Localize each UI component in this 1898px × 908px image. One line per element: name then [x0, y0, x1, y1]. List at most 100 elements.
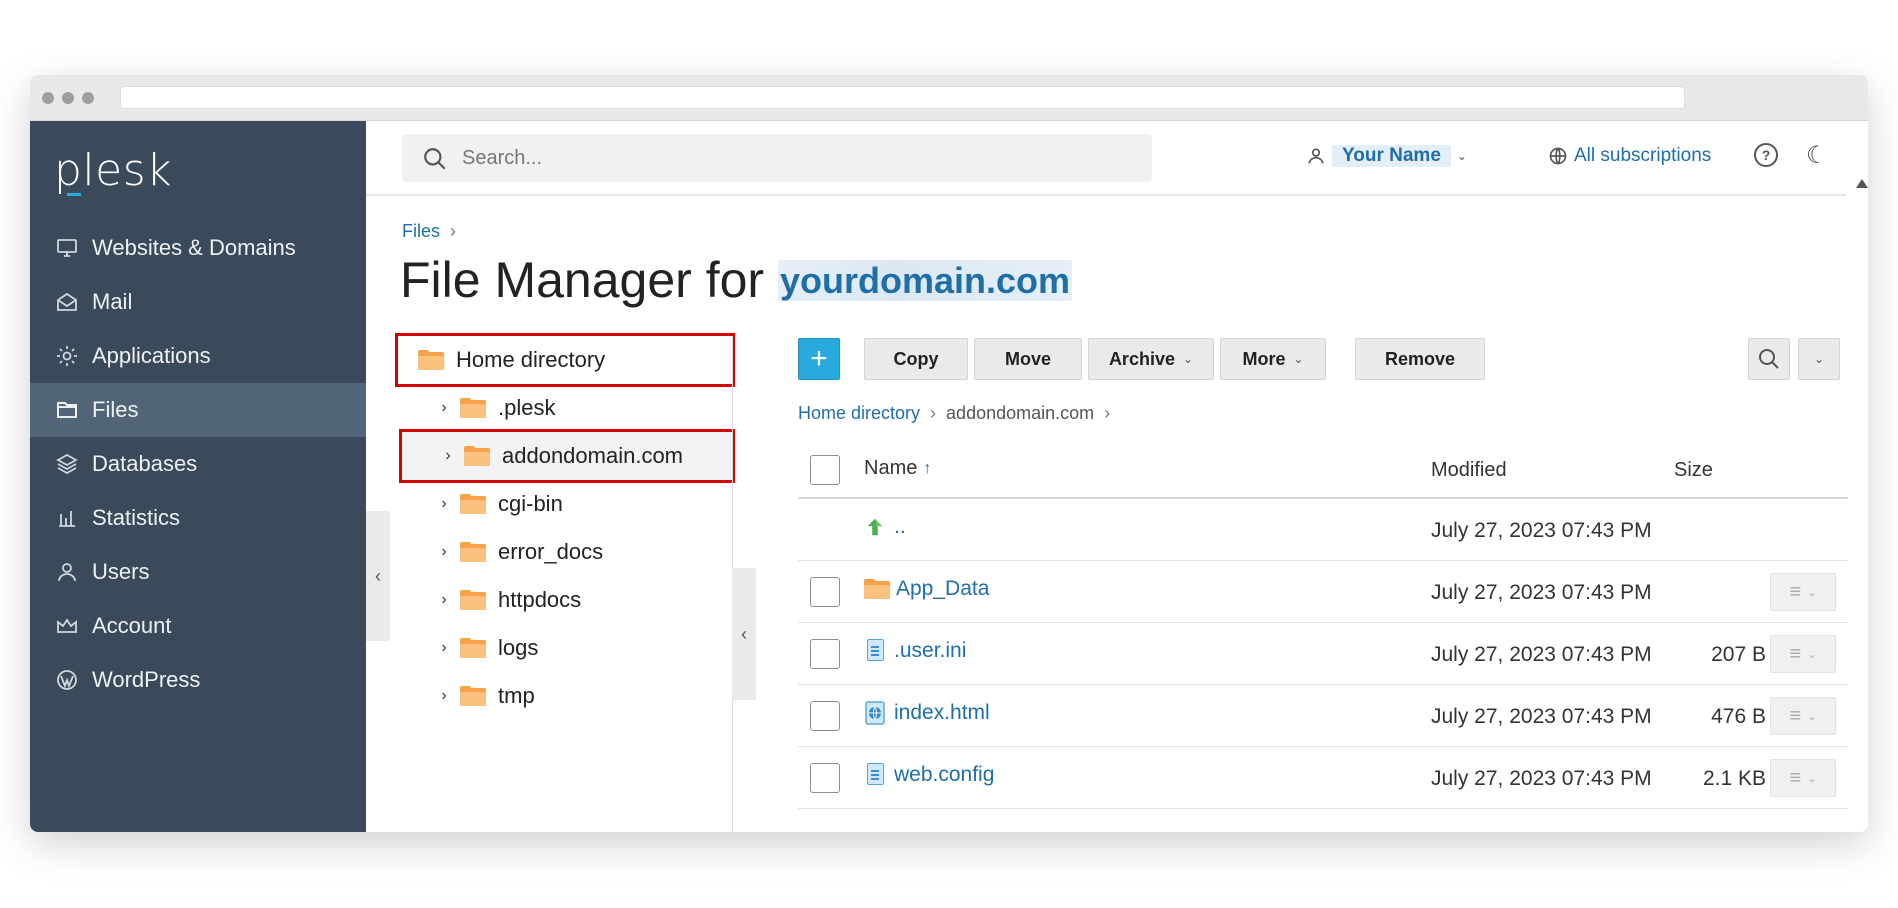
chevron-right-icon[interactable]: ›: [432, 687, 456, 705]
sidebar-item-statistics[interactable]: Statistics: [30, 491, 366, 545]
sidebar-item-wordpress[interactable]: WordPress: [30, 653, 366, 707]
sidebar-nav: Websites & Domains Mail Applications Fil…: [30, 221, 366, 707]
chevron-left-icon: ‹: [375, 565, 381, 586]
tree-item-label: cgi-bin: [498, 491, 563, 516]
file-icon: [864, 763, 886, 787]
search-icon: [1759, 349, 1779, 369]
scroll-up-arrow[interactable]: [1856, 179, 1868, 188]
sidebar-item-applications[interactable]: Applications: [30, 329, 366, 383]
folder-icon: [460, 686, 486, 706]
search-input[interactable]: [462, 146, 1152, 170]
file-name-cell: index.html: [864, 701, 990, 725]
window-dot[interactable]: [42, 92, 54, 104]
tree-item[interactable]: › logs: [398, 624, 732, 672]
window-dot[interactable]: [82, 92, 94, 104]
plesk-logo[interactable]: plesk: [54, 145, 172, 196]
row-menu-button[interactable]: ≡ ⌄: [1770, 573, 1836, 611]
bar-chart-icon: [54, 505, 80, 531]
row-checkbox[interactable]: [810, 701, 840, 731]
sidebar-item-account[interactable]: Account: [30, 599, 366, 653]
sort-ascending-icon: ↑: [923, 459, 932, 477]
logo-accent: [67, 193, 81, 196]
tree-item[interactable]: › .plesk: [398, 384, 732, 432]
tree-item[interactable]: › error_docs: [398, 528, 732, 576]
chevron-right-icon: ›: [450, 221, 457, 241]
chevron-right-icon[interactable]: ›: [432, 495, 456, 513]
row-menu-button[interactable]: ≡ ⌄: [1770, 759, 1836, 797]
folder-icon: [460, 638, 486, 658]
table-row[interactable]: index.html July 27, 2023 07:43 PM 476 B …: [798, 685, 1848, 747]
table-row[interactable]: .user.ini July 27, 2023 07:43 PM 207 B ≡…: [798, 623, 1848, 685]
tree-item[interactable]: › tmp: [398, 672, 732, 720]
chevron-down-icon: ⌄: [1182, 352, 1194, 366]
folder-icon: [460, 542, 486, 562]
table-row[interactable]: App_Data July 27, 2023 07:43 PM ≡ ⌄: [798, 561, 1848, 623]
tree-item[interactable]: › cgi-bin: [398, 480, 732, 528]
sidebar-item-websites-domains[interactable]: Websites & Domains: [30, 221, 366, 275]
user-menu[interactable]: Your Name ⌄: [1306, 145, 1467, 167]
dark-mode-icon[interactable]: ☾: [1806, 141, 1828, 170]
main-content: Your Name ⌄ All subscriptions ? ☾ Files ›…: [366, 121, 1868, 832]
row-checkbox[interactable]: [810, 763, 840, 793]
sidebar-item-databases[interactable]: Databases: [30, 437, 366, 491]
size-cell: 2.1 KB: [1702, 767, 1766, 790]
file-name-link[interactable]: index.html: [894, 701, 990, 725]
sidebar-item-label: Account: [92, 613, 172, 638]
file-name-link[interactable]: ..: [894, 515, 906, 539]
more-button[interactable]: More ⌄: [1220, 338, 1326, 380]
table-row[interactable]: .. July 27, 2023 07:43 PM: [798, 499, 1848, 561]
chevron-right-icon[interactable]: ›: [432, 543, 456, 561]
name-column-header[interactable]: Name ↑: [864, 457, 931, 480]
size-column-header[interactable]: Size: [1674, 459, 1713, 482]
path-home-link[interactable]: Home directory: [798, 403, 920, 424]
path-current: addondomain.com: [946, 403, 1095, 423]
chevron-right-icon[interactable]: ›: [432, 639, 456, 657]
gear-icon: [54, 343, 80, 369]
tree-item[interactable]: › httpdocs: [398, 576, 732, 624]
tree-item-label: logs: [498, 635, 539, 660]
address-bar[interactable]: [120, 86, 1685, 109]
breadcrumb-files[interactable]: Files: [402, 221, 440, 241]
modified-cell: July 27, 2023 07:43 PM: [1431, 767, 1652, 790]
search-options-button[interactable]: ⌄: [1798, 338, 1840, 380]
chevron-right-icon[interactable]: ›: [436, 447, 460, 465]
select-all-checkbox[interactable]: [810, 455, 840, 485]
file-name-link[interactable]: web.config: [894, 763, 994, 787]
sidebar-collapse-button[interactable]: ‹: [366, 511, 390, 641]
sidebar-item-mail[interactable]: Mail: [30, 275, 366, 329]
copy-button[interactable]: Copy: [864, 338, 968, 380]
hamburger-icon: ≡: [1789, 580, 1802, 603]
archive-button[interactable]: Archive ⌄: [1088, 338, 1214, 380]
subscriptions-selector[interactable]: All subscriptions: [1548, 145, 1711, 167]
help-icon[interactable]: ?: [1754, 143, 1778, 167]
row-checkbox[interactable]: [810, 577, 840, 607]
sidebar-item-label: Users: [92, 559, 150, 584]
row-menu-button[interactable]: ≡ ⌄: [1770, 697, 1836, 735]
file-name-link[interactable]: App_Data: [896, 577, 989, 601]
subscriptions-label: All subscriptions: [1574, 145, 1712, 166]
chevron-right-icon[interactable]: ›: [432, 399, 456, 417]
globe-icon: [1549, 147, 1567, 165]
sidebar-item-files[interactable]: Files: [30, 383, 366, 437]
tree-item-home[interactable]: Home directory: [395, 333, 735, 387]
table-row[interactable]: web.config July 27, 2023 07:43 PM 2.1 KB…: [798, 747, 1848, 809]
window-dot[interactable]: [62, 92, 74, 104]
search-files-button[interactable]: [1748, 338, 1790, 380]
file-name-link[interactable]: .user.ini: [894, 639, 966, 663]
tree-item-selected[interactable]: › addondomain.com: [399, 429, 735, 483]
tree-collapse-button[interactable]: ‹: [732, 568, 756, 700]
folder-icon: [460, 590, 486, 610]
row-menu-button[interactable]: ≡ ⌄: [1770, 635, 1836, 673]
move-button[interactable]: Move: [974, 338, 1082, 380]
chevron-right-icon[interactable]: ›: [432, 591, 456, 609]
chevron-down-icon: ⌄: [1807, 710, 1817, 723]
folder-icon: [54, 397, 80, 423]
html-file-icon: [865, 701, 885, 725]
path-breadcrumb: Home directory › addondomain.com ›: [798, 403, 1120, 424]
add-button[interactable]: +: [798, 338, 840, 380]
remove-button[interactable]: Remove: [1355, 338, 1485, 380]
sidebar-item-users[interactable]: Users: [30, 545, 366, 599]
row-checkbox[interactable]: [810, 639, 840, 669]
modified-column-header[interactable]: Modified: [1431, 459, 1507, 482]
search-box[interactable]: [402, 134, 1152, 182]
